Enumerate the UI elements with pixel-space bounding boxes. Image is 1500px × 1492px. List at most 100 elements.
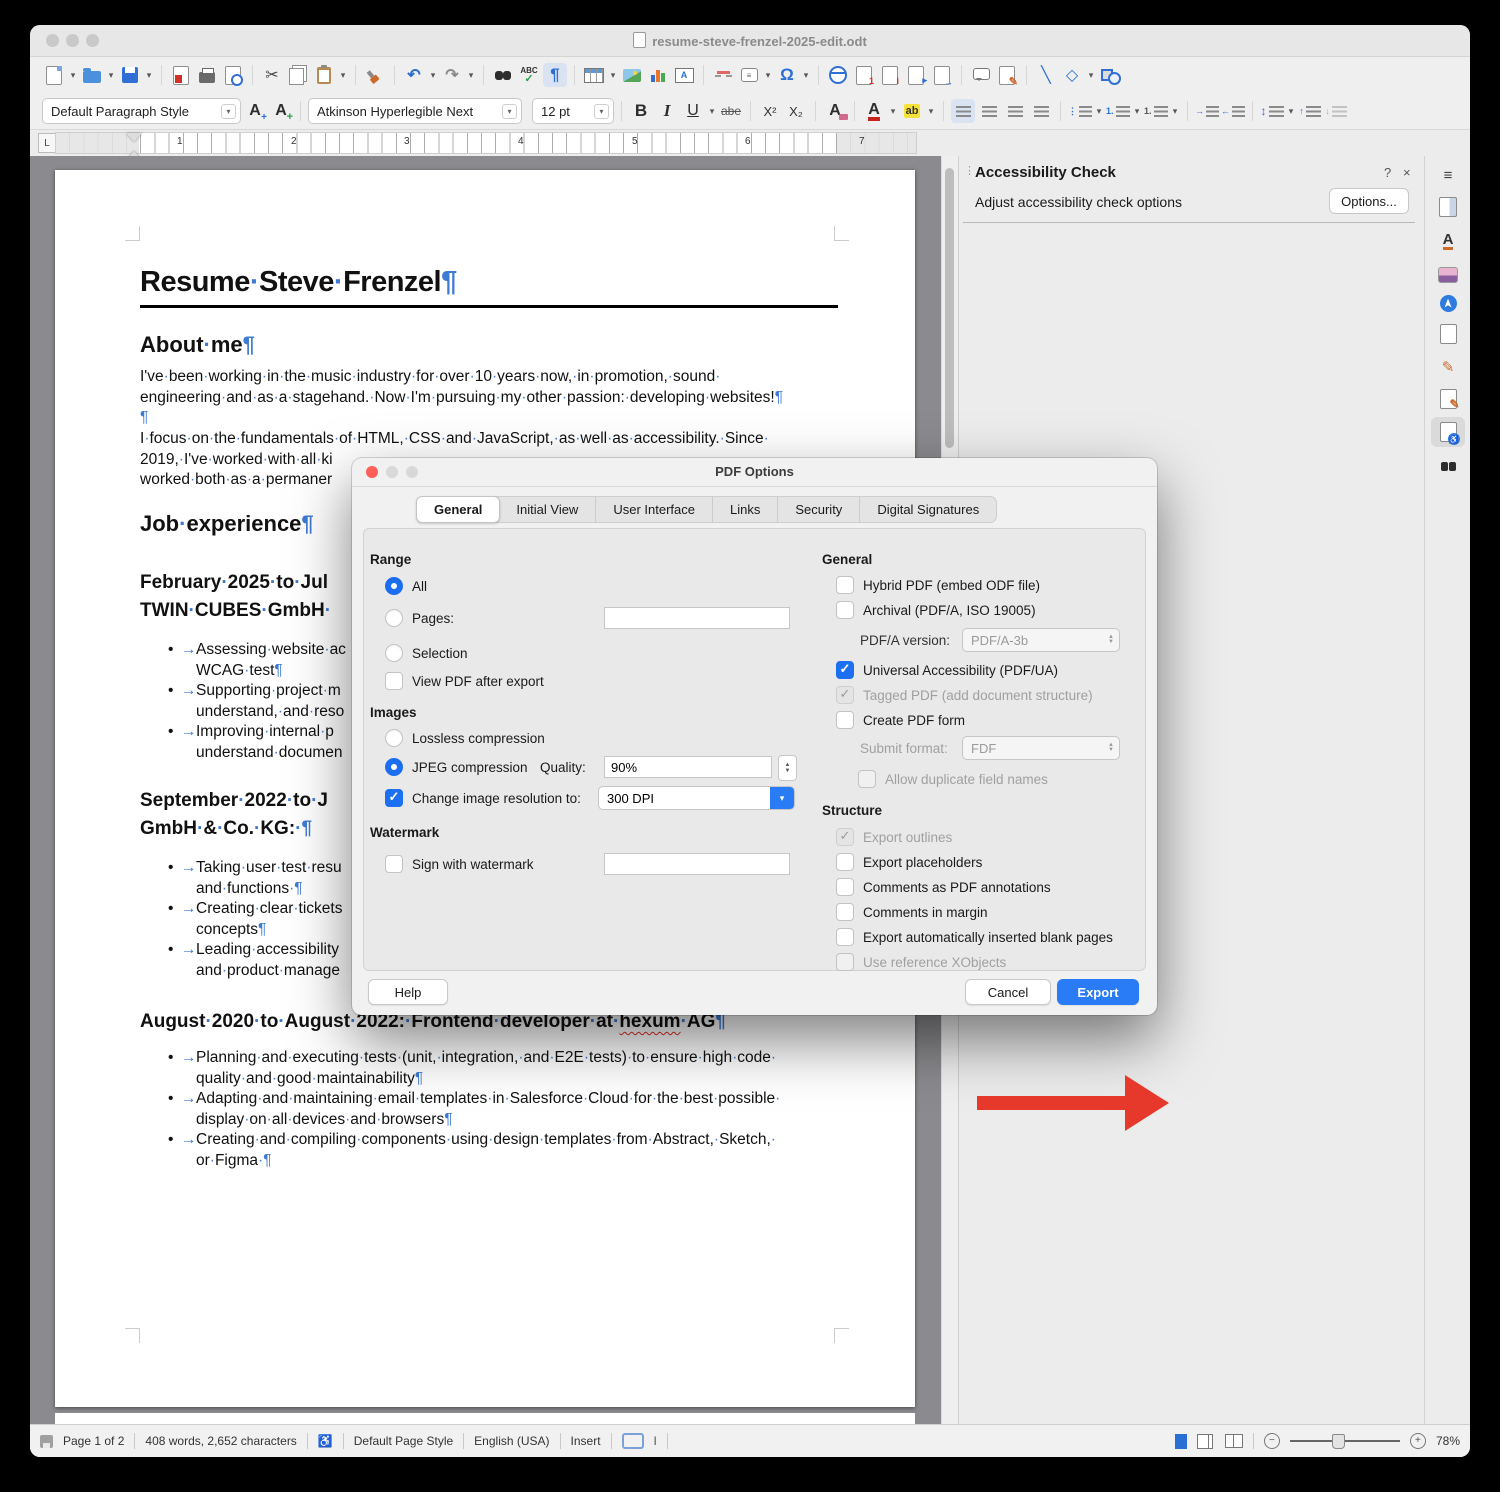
insert-line-button[interactable]: ╲ bbox=[1034, 63, 1058, 87]
align-right-button[interactable] bbox=[1003, 99, 1027, 123]
undo-button[interactable]: ↶ bbox=[402, 63, 426, 87]
insert-hyperlink-button[interactable] bbox=[826, 63, 850, 87]
checkbox-off-icon[interactable] bbox=[836, 903, 854, 921]
jpeg-compression-radio[interactable]: JPEG compression bbox=[385, 756, 528, 778]
bullet-list-button[interactable]: ⋮ bbox=[1068, 99, 1092, 123]
line-spacing-dropdown[interactable]: ▾ bbox=[1286, 106, 1296, 117]
hybrid-pdf-checkbox[interactable]: Hybrid PDF (embed ODF file) bbox=[836, 574, 1040, 596]
insert-cross-reference-button[interactable]: → bbox=[930, 63, 954, 87]
insert-field-button[interactable]: ≡ bbox=[737, 63, 761, 87]
tab-general[interactable]: General bbox=[416, 496, 500, 523]
checkbox-off-icon[interactable] bbox=[836, 878, 854, 896]
open-dropdown[interactable]: ▾ bbox=[106, 70, 116, 81]
insert-comment-button[interactable] bbox=[969, 63, 993, 87]
highlight-color-button[interactable]: ab bbox=[900, 99, 924, 123]
range-selection-radio[interactable]: Selection bbox=[385, 642, 468, 664]
checkbox-off-icon[interactable] bbox=[385, 672, 403, 690]
navigator-deck-icon[interactable] bbox=[1431, 288, 1465, 318]
underline-dropdown[interactable]: ▾ bbox=[707, 106, 717, 117]
special-character-dropdown[interactable]: ▾ bbox=[801, 70, 811, 81]
checkbox-off-icon[interactable] bbox=[836, 576, 854, 594]
single-page-view-button[interactable] bbox=[1175, 1434, 1187, 1449]
basic-shapes-dropdown[interactable]: ▾ bbox=[1086, 70, 1096, 81]
insert-field-dropdown[interactable]: ▾ bbox=[763, 70, 773, 81]
text-language[interactable]: English (USA) bbox=[474, 1434, 549, 1448]
subscript-button[interactable]: X₂ bbox=[784, 99, 808, 123]
styles-deck-icon[interactable]: A bbox=[1431, 226, 1465, 256]
tab-security[interactable]: Security bbox=[778, 497, 860, 522]
track-changes-button[interactable]: ✎ bbox=[995, 63, 1019, 87]
decrease-indent-button[interactable]: ← bbox=[1221, 99, 1245, 123]
increase-paragraph-spacing-button[interactable]: ↑ bbox=[1298, 99, 1322, 123]
checkbox-off-icon[interactable] bbox=[836, 601, 854, 619]
cancel-button[interactable]: Cancel bbox=[965, 979, 1051, 1005]
radio-on-icon[interactable] bbox=[385, 758, 403, 776]
insert-footnote-button[interactable]: 1 bbox=[852, 63, 876, 87]
help-button[interactable]: Help bbox=[368, 979, 448, 1005]
zoom-slider[interactable] bbox=[1290, 1440, 1400, 1442]
zoom-level[interactable]: 78% bbox=[1436, 1434, 1460, 1448]
export-button[interactable]: Export bbox=[1057, 979, 1139, 1005]
checkbox-on-icon[interactable] bbox=[836, 661, 854, 679]
sidebar-settings-icon[interactable]: ≡ bbox=[1431, 160, 1465, 190]
italic-button[interactable]: I bbox=[655, 99, 679, 123]
selection-mode-icon[interactable] bbox=[622, 1433, 644, 1449]
book-view-button[interactable] bbox=[1225, 1434, 1243, 1448]
update-style-button[interactable]: A+ bbox=[243, 99, 267, 123]
copy-button[interactable] bbox=[286, 63, 310, 87]
align-left-button[interactable] bbox=[951, 99, 975, 123]
new-style-button[interactable]: A+ bbox=[269, 99, 293, 123]
view-pdf-after-export-checkbox[interactable]: View PDF after export bbox=[385, 670, 544, 692]
comments-in-margin-checkbox[interactable]: Comments in margin bbox=[836, 901, 988, 923]
lossless-compression-radio[interactable]: Lossless compression bbox=[385, 727, 545, 749]
cut-button[interactable]: ✂ bbox=[260, 63, 284, 87]
quality-input[interactable] bbox=[604, 756, 772, 778]
page-style[interactable]: Default Page Style bbox=[354, 1434, 453, 1448]
paste-button[interactable] bbox=[312, 63, 336, 87]
underline-button[interactable]: U bbox=[681, 99, 705, 123]
pages-input[interactable] bbox=[604, 607, 790, 629]
radio-on-icon[interactable] bbox=[385, 577, 403, 595]
bullet-list-dropdown[interactable]: ▾ bbox=[1094, 106, 1104, 117]
checkbox-off-icon[interactable] bbox=[836, 928, 854, 946]
export-blank-pages-checkbox[interactable]: Export automatically inserted blank page… bbox=[836, 926, 1113, 948]
word-count[interactable]: 408 words, 2,652 characters bbox=[145, 1434, 296, 1448]
decrease-paragraph-spacing-button[interactable]: ↓ bbox=[1324, 99, 1348, 123]
print-preview-button[interactable] bbox=[221, 63, 245, 87]
chevron-down-icon[interactable]: ▾ bbox=[770, 787, 794, 809]
insert-chart-button[interactable] bbox=[646, 63, 670, 87]
zoom-out-button[interactable]: − bbox=[1264, 1433, 1280, 1449]
font-color-dropdown[interactable]: ▾ bbox=[888, 106, 898, 117]
save-status-icon[interactable] bbox=[40, 1435, 53, 1448]
save-dropdown[interactable]: ▾ bbox=[144, 70, 154, 81]
watermark-input[interactable] bbox=[604, 853, 790, 875]
line-spacing-button[interactable]: ↕ bbox=[1260, 99, 1284, 123]
dpi-select[interactable]: 300 DPI▾ bbox=[598, 786, 795, 810]
save-button[interactable] bbox=[118, 63, 142, 87]
zoom-slider-thumb[interactable] bbox=[1332, 1434, 1345, 1449]
outline-list-button[interactable]: 1. bbox=[1144, 99, 1168, 123]
radio-off-icon[interactable] bbox=[385, 644, 403, 662]
insert-table-button[interactable] bbox=[582, 63, 606, 87]
radio-off-icon[interactable] bbox=[385, 729, 403, 747]
insert-mode[interactable]: Insert bbox=[571, 1434, 601, 1448]
panel-drag-handle[interactable]: ⋮ bbox=[964, 164, 974, 177]
archival-checkbox[interactable]: Archival (PDF/A, ISO 19005) bbox=[836, 599, 1036, 621]
strikethrough-button[interactable]: abe bbox=[719, 99, 743, 123]
accessibility-options-button[interactable]: Options... bbox=[1329, 188, 1409, 214]
paste-dropdown[interactable]: ▾ bbox=[338, 70, 348, 81]
numbered-list-button[interactable]: 1. bbox=[1106, 99, 1130, 123]
change-resolution-checkbox[interactable]: Change image resolution to: bbox=[385, 787, 581, 809]
special-character-button[interactable]: Ω bbox=[775, 63, 799, 87]
quality-stepper[interactable]: ▲▼ bbox=[778, 755, 797, 781]
print-button[interactable] bbox=[195, 63, 219, 87]
font-color-button[interactable]: A bbox=[862, 99, 886, 123]
universal-accessibility-checkbox[interactable]: Universal Accessibility (PDF/UA) bbox=[836, 659, 1058, 681]
new-document-dropdown[interactable]: ▾ bbox=[68, 70, 78, 81]
tab-stop-selector[interactable]: L bbox=[38, 133, 56, 153]
font-size-select[interactable]: 12 pt▾ bbox=[532, 98, 614, 124]
find-replace-button[interactable] bbox=[491, 63, 515, 87]
tab-initial-view[interactable]: Initial View bbox=[499, 497, 596, 522]
checkbox-off-icon[interactable] bbox=[385, 855, 403, 873]
insert-table-dropdown[interactable]: ▾ bbox=[608, 70, 618, 81]
